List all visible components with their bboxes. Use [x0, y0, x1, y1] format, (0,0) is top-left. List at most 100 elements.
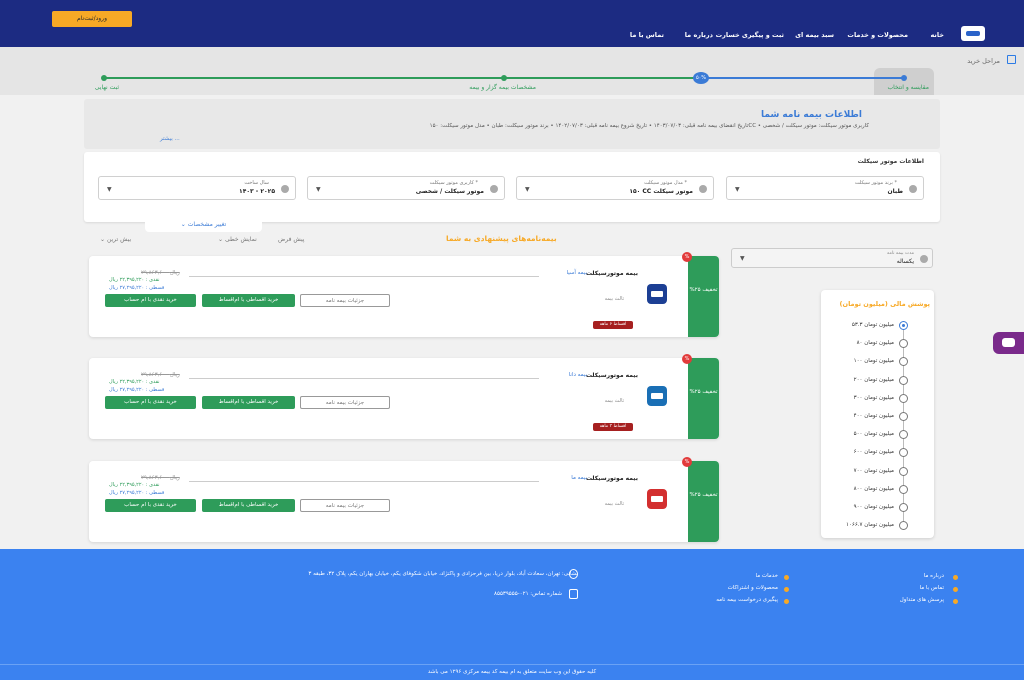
price-original: ۲۹,۸۶۳,۶۰۰ ریال [141, 270, 180, 276]
clear-icon[interactable] [699, 185, 707, 193]
coverage-option-label: ۵۰۰ میلیون تومان [853, 431, 894, 438]
coverage-radio[interactable] [899, 393, 908, 403]
sort-linear[interactable]: ⌄ نمایش خطی [218, 236, 257, 243]
filter-divider [903, 325, 904, 527]
footer-link-tracking[interactable]: پیگیری درخواست بیمه نامه [716, 597, 778, 603]
brand-select[interactable]: برند موتور سیکلت * طبان ▼ [726, 176, 924, 200]
chevron-down-icon[interactable]: ▼ [316, 186, 321, 193]
nav-products[interactable]: محصولات و خدمات [847, 31, 908, 39]
coverage-radio[interactable] [899, 412, 908, 421]
clear-icon[interactable] [281, 185, 289, 193]
coverage-filter-title: پوشش مالی (میلیون تومان) [839, 300, 930, 308]
coverage-radio[interactable] [899, 466, 908, 476]
details-button[interactable]: جزئیات بیمه نامه [300, 499, 390, 512]
chevron-down-icon[interactable]: ▼ [740, 255, 745, 262]
nav-contact[interactable]: تماس با ما [630, 31, 664, 39]
usage-select-label: کاربری موتور سیکلت * [429, 180, 478, 186]
coverage-option-label: ۱۰۰ میلیون تومان [853, 358, 894, 365]
product-name: بیمه موتورسیکلت [585, 475, 638, 482]
insurer-name[interactable]: بیمه دانا [569, 372, 587, 378]
offers-title: بیمه‌نامه‌های پیشنهادی به شما [446, 234, 557, 243]
bullet-icon [784, 575, 789, 580]
details-button[interactable]: جزئیات بیمه نامه [300, 294, 390, 307]
site-logo[interactable] [961, 26, 985, 41]
coverage-option-label: ۶۰۰ میلیون تومان [853, 449, 894, 456]
clear-icon[interactable] [909, 185, 917, 193]
percent-icon: % [682, 252, 692, 262]
card-divider [189, 378, 539, 379]
price-cash: نقدی : ۲۲,۳۹۵,۲۲۰ ریال [109, 277, 160, 283]
usage-select[interactable]: کاربری موتور سیکلت * موتور سیکلت / شخصی … [307, 176, 505, 200]
sort-default[interactable]: ⌄ بیش ترین [100, 236, 131, 243]
product-name: بیمه موتورسیکلت [585, 372, 638, 379]
chevron-down-icon: ⌄ [180, 221, 188, 228]
installment-buy-button[interactable]: خرید اقساطی با ام‌اقساط [202, 294, 295, 307]
cash-buy-button[interactable]: خرید نقدی با ام حساب [105, 396, 196, 409]
discount-panel: %۲۵ تخفیف [688, 256, 719, 337]
footer-link-about[interactable]: درباره ما [924, 573, 944, 579]
nav-home[interactable]: خانه [930, 31, 944, 39]
percent-icon: % [682, 354, 692, 364]
coverage-option-label: ۲۰۰ میلیون تومان [853, 376, 894, 383]
installment-badge: اقساط ۶ ماهه [593, 321, 633, 329]
installment-buy-button[interactable]: خرید اقساطی با ام‌اقساط [202, 499, 295, 512]
footer-link-products[interactable]: محصولات و اشتراکات [728, 585, 778, 591]
policy-info-title: اطلاعات بیمه نامه شما [761, 110, 862, 120]
policy-info-details: تاریخ انقضای بیمه نامه قبلی: ۱۴۰۳/۰۷/۰۳ … [429, 123, 869, 129]
details-button[interactable]: جزئیات بیمه نامه [300, 396, 390, 409]
nav-claims[interactable]: ثبت و پیگیری خسارت [716, 31, 784, 39]
step-compare-label[interactable]: مقایسه و انتخاب [887, 84, 929, 91]
footer-address: نشانی: تهران، سعادت آباد، بلوار دریا، بی… [308, 571, 578, 577]
card-info: ثالث بیمه [604, 296, 624, 302]
cash-buy-button[interactable]: خرید نقدی با ام حساب [105, 499, 196, 512]
step-dot-final [101, 75, 107, 81]
footer-link-contact[interactable]: تماس با ما [920, 585, 944, 591]
show-more-link[interactable]: بیشتر ... [160, 136, 180, 142]
motorcycle-info-title: اطلاعات موتور سیکلت [857, 158, 924, 165]
clear-icon[interactable] [920, 255, 928, 263]
bullet-icon [953, 575, 958, 580]
chevron-down-icon[interactable]: ▼ [525, 186, 530, 193]
footer-link-faq[interactable]: پرسش های متداول [900, 597, 944, 603]
chevron-down-icon: ⌄ [218, 236, 225, 243]
insurer-name[interactable]: بیمه ما [571, 475, 587, 481]
chevron-down-icon[interactable]: ▼ [735, 186, 740, 193]
header: ورود/ثبت‌نام خانه محصولات و خدمات سبد بی… [0, 0, 1024, 47]
cash-buy-button[interactable]: خرید نقدی با ام حساب [105, 294, 196, 307]
coverage-radio[interactable] [899, 321, 908, 330]
sort-most[interactable]: پیش فرض [278, 236, 304, 243]
chat-icon[interactable] [993, 332, 1024, 354]
price-cash: نقدی : ۲۲,۳۹۵,۲۲۰ ریال [109, 482, 160, 488]
coverage-option-label: ۸۰ میلیون تومان [856, 340, 894, 347]
duration-label: مدت بیمه نامه [887, 251, 914, 256]
installment-buy-button[interactable]: خرید اقساطی با ام‌اقساط [202, 396, 295, 409]
discount-panel: %۲۵ تخفیف [688, 358, 719, 439]
duration-select[interactable]: مدت بیمه نامه یکساله ▼ [731, 248, 933, 268]
steps-icon [1007, 55, 1016, 64]
insurer-logo [644, 281, 670, 307]
coverage-radio[interactable] [899, 503, 908, 512]
login-button[interactable]: ورود/ثبت‌نام [52, 11, 132, 27]
model-select[interactable]: مدل موتور سیکلت * ۱۵۰ CC موتور سیکلت ▼ [516, 176, 714, 200]
nav-insurance-basket[interactable]: سبد بیمه ای [795, 31, 834, 39]
footer-link-services[interactable]: خدمات ما [756, 573, 778, 579]
insurer-name[interactable]: بیمه آسیا [566, 270, 587, 276]
sort-default-label: بیش ترین [106, 236, 132, 243]
offer-card: %۲۵ تخفیف% بیمه موتورسیکلت بیمه آسیا ثالث ب… [89, 252, 719, 337]
year-select-label: سال ساخت [244, 180, 269, 186]
coverage-option-label: ۴۰۰ میلیون تومان [853, 413, 894, 419]
nav-about[interactable]: درباره ما [685, 31, 713, 39]
coverage-option-label: ۷۰۰ میلیون تومان [853, 467, 894, 474]
clear-icon[interactable] [490, 185, 498, 193]
step-insured-label[interactable]: مشخصات بیمه گزار و بیمه [469, 84, 536, 91]
coverage-radio[interactable] [899, 484, 908, 494]
coverage-radio[interactable] [899, 375, 908, 385]
footer-phone[interactable]: شماره تماس: ۰۲۱-۸۵۵۳۹۵۵۵ [494, 591, 562, 597]
year-select[interactable]: سال ساخت ۱۴۰۳ - ۲۰۲۵ ▼ [98, 176, 296, 200]
edit-specs-button[interactable]: ⌄ تغییر مشخصات [145, 218, 262, 232]
chevron-down-icon[interactable]: ▼ [107, 186, 112, 193]
price-installment: قسطی : ۲۷,۲۹۵,۲۲۰ ریال [109, 285, 165, 291]
step-final-label[interactable]: ثبت نهایی [95, 84, 119, 91]
price-original: ۲۹,۸۶۳,۶۰۰ ریال [141, 475, 180, 481]
sort-linear-label: نمایش خطی [224, 236, 257, 243]
